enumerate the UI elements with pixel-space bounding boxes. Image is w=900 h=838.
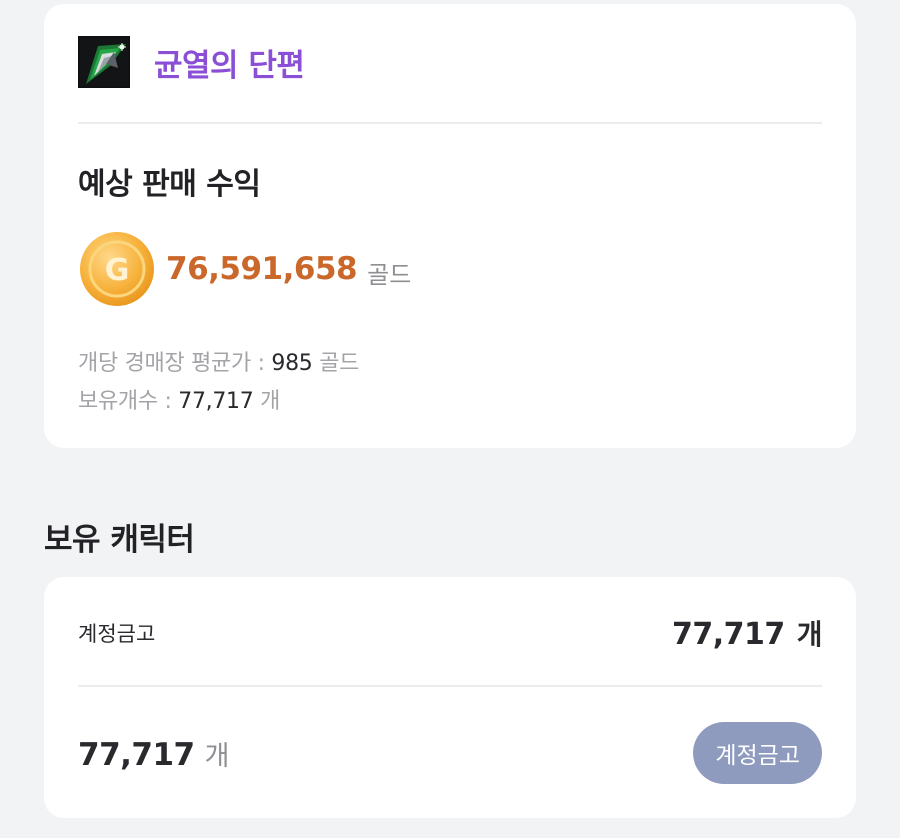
characters-title: 보유 캐릭터 bbox=[44, 522, 195, 558]
earnings-row: G 76,591,658 골드 bbox=[78, 230, 411, 308]
avg-price-line: 개당 경매장 평균가 : 985 골드 bbox=[78, 345, 359, 377]
svg-text:G: G bbox=[105, 253, 130, 288]
gold-coin-icon: G bbox=[78, 230, 156, 308]
avg-price-label: 개당 경매장 평균가 : bbox=[78, 351, 272, 376]
character-count-value: 77,717 bbox=[671, 617, 785, 652]
avg-price-unit: 골드 bbox=[312, 351, 360, 376]
characters-card: 계정금고 77,717 개 77,717 개 계정금고 bbox=[44, 577, 856, 818]
owned-count-line: 보유개수 : 77,717 개 bbox=[78, 383, 280, 415]
earnings-value: 76,591,658 bbox=[166, 251, 358, 287]
owned-count-value: 77,717 bbox=[178, 389, 254, 414]
total-count: 77,717 개 bbox=[78, 734, 229, 773]
character-count-unit: 개 bbox=[796, 618, 823, 651]
total-count-value: 77,717 bbox=[78, 736, 195, 773]
item-name: 균열의 단편 bbox=[154, 47, 305, 84]
item-summary-card: 균열의 단편 예상 판매 수익 G 76,591,658 골드 개당 경매장 평… bbox=[44, 4, 856, 448]
earnings-title: 예상 판매 수익 bbox=[78, 167, 261, 202]
avg-price-value: 985 bbox=[271, 351, 313, 376]
owned-count-label: 보유개수 : bbox=[78, 389, 179, 414]
owned-count-unit: 개 bbox=[253, 389, 281, 414]
character-count: 77,717 개 bbox=[671, 613, 823, 653]
total-row: 77,717 개 계정금고 bbox=[78, 721, 822, 785]
item-header: 균열의 단편 bbox=[78, 36, 305, 88]
account-storage-button[interactable]: 계정금고 bbox=[693, 722, 822, 784]
divider bbox=[78, 685, 822, 687]
total-count-unit: 개 bbox=[204, 740, 230, 772]
list-item: 계정금고 77,717 개 bbox=[78, 613, 823, 653]
earnings-unit: 골드 bbox=[367, 260, 412, 289]
divider bbox=[78, 122, 822, 124]
character-label: 계정금고 bbox=[78, 622, 156, 646]
crystal-shard-icon bbox=[78, 36, 130, 88]
